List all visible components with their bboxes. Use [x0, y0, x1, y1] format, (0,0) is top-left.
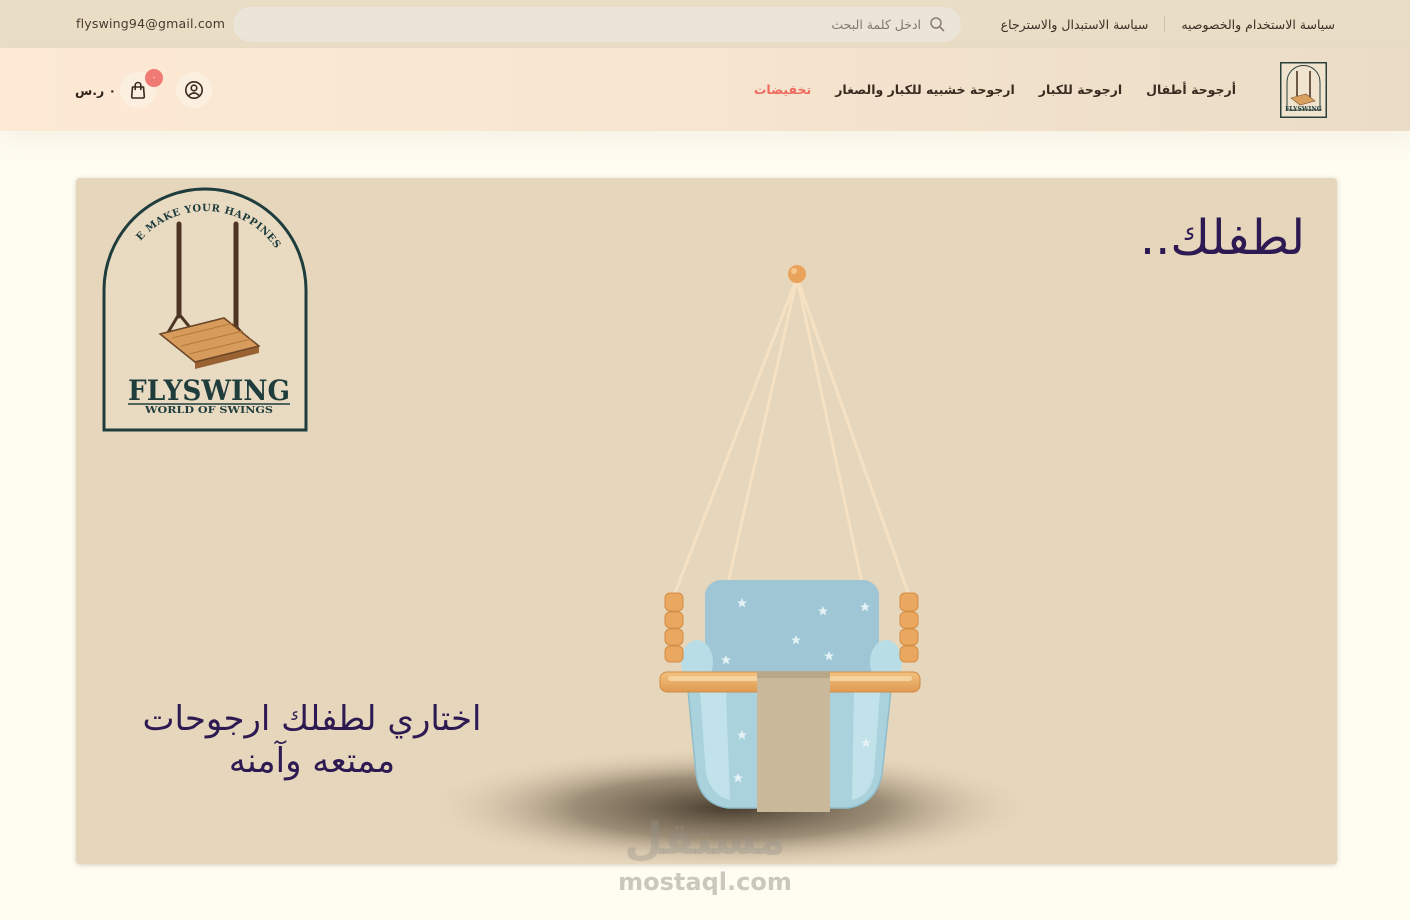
- hero-tagline: اختاري لطفلك ارجوحات ممتعه وآمنه: [96, 698, 528, 782]
- hero-tagline-line-2: ممتعه وآمنه: [228, 741, 396, 781]
- privacy-policy-link[interactable]: سياسة الاستخدام والخصوصيه: [1181, 17, 1335, 32]
- cart-total[interactable]: ٠ ر.س: [75, 83, 116, 98]
- logo-wordmark: FLYSWING: [128, 374, 290, 407]
- account-button[interactable]: [176, 72, 212, 108]
- contact-email[interactable]: flyswing94@gmail.com: [76, 16, 225, 31]
- nav-sale[interactable]: تخفيضات: [754, 82, 811, 97]
- watermark-latin: mostaql.com: [618, 868, 792, 896]
- top-bar: flyswing94@gmail.com سياسة الاستخدام وال…: [0, 0, 1410, 48]
- main-nav: أرجوحة أطفال ارجوحة للكبار ارجوحة خشبيه …: [754, 48, 1236, 131]
- search-box[interactable]: [233, 7, 961, 42]
- nav-kids-swings[interactable]: أرجوحة أطفال: [1146, 82, 1236, 97]
- hero-logo: WE MAKE YOUR HAPPINESS FLYSWING WORLD OF…: [76, 178, 308, 432]
- shopping-bag-icon: [130, 81, 146, 99]
- user-icon: [185, 81, 203, 99]
- main-header: FLYSWING أرجوحة أطفال ارجوحة للكبار ارجو…: [0, 48, 1410, 131]
- nav-wooden-swings[interactable]: ارجوحة خشبيه للكبار والصغار: [835, 82, 1015, 97]
- return-policy-link[interactable]: سياسة الاستبدال والاسترجاع: [1001, 17, 1149, 32]
- swing-illustration: [659, 265, 921, 812]
- logo-wordmark: FLYSWING: [1285, 106, 1322, 113]
- policy-links: سياسة الاستخدام والخصوصيه سياسة الاستبدا…: [1001, 0, 1335, 48]
- hero-banner[interactable]: WE MAKE YOUR HAPPINESS FLYSWING WORLD OF…: [76, 178, 1337, 864]
- site-logo[interactable]: FLYSWING: [1280, 62, 1327, 118]
- hero-heading: لطفلك..: [1139, 210, 1305, 266]
- search-icon[interactable]: [929, 16, 945, 32]
- cart-count-badge: ٠: [145, 69, 163, 87]
- nav-adult-swings[interactable]: ارجوحة للكبار: [1039, 82, 1122, 97]
- hero-tagline-line-1: اختاري لطفلك ارجوحات: [142, 699, 482, 739]
- search-input[interactable]: [233, 7, 961, 42]
- logo-tagline: WORLD OF SWINGS: [144, 406, 273, 416]
- divider: [1164, 16, 1166, 32]
